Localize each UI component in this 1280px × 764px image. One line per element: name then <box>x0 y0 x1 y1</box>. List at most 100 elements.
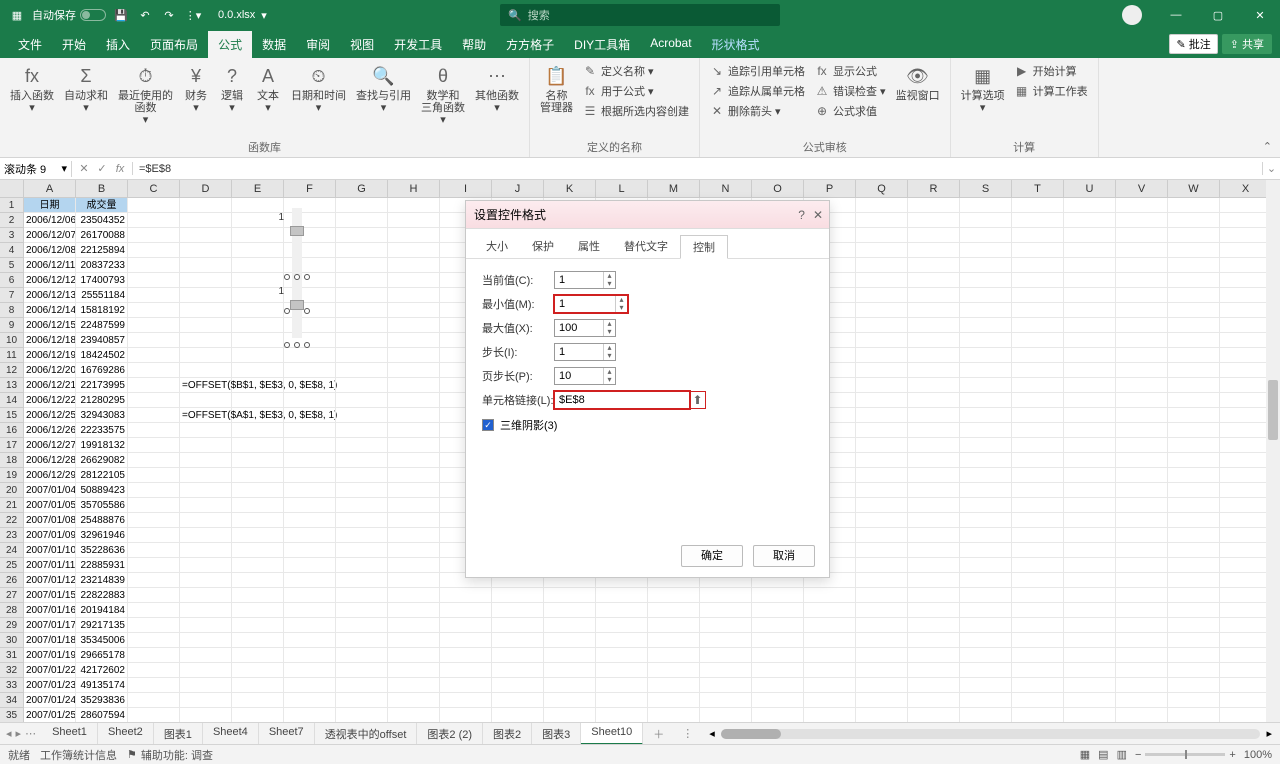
cell[interactable]: 2007/01/12 <box>24 573 76 588</box>
cell[interactable] <box>128 333 180 348</box>
cell[interactable] <box>596 618 648 633</box>
cell[interactable] <box>960 258 1012 273</box>
menu-tab-7[interactable]: 视图 <box>340 31 384 58</box>
cell[interactable] <box>232 408 284 423</box>
menu-tab-2[interactable]: 插入 <box>96 31 140 58</box>
cell[interactable] <box>336 348 388 363</box>
cell[interactable] <box>1168 288 1220 303</box>
cell[interactable] <box>856 243 908 258</box>
cell[interactable]: 2007/01/15 <box>24 588 76 603</box>
cell[interactable] <box>1168 213 1220 228</box>
row-header[interactable]: 12 <box>0 363 24 378</box>
sheet-tab[interactable]: Sheet4 <box>203 723 259 745</box>
cell[interactable] <box>908 588 960 603</box>
cell[interactable] <box>1064 348 1116 363</box>
cell[interactable] <box>284 363 336 378</box>
cell[interactable] <box>284 558 336 573</box>
cell[interactable] <box>180 438 232 453</box>
cell[interactable] <box>180 678 232 693</box>
row-header[interactable]: 29 <box>0 618 24 633</box>
cell[interactable] <box>960 378 1012 393</box>
cell[interactable] <box>1064 393 1116 408</box>
col-header[interactable]: K <box>544 180 596 197</box>
cell[interactable]: 49135174 <box>76 678 128 693</box>
cell[interactable] <box>388 228 440 243</box>
cell[interactable] <box>232 348 284 363</box>
cell[interactable] <box>1116 498 1168 513</box>
cell[interactable] <box>1116 243 1168 258</box>
cell[interactable]: =OFFSET($A$1, $E$3, 0, $E$8, 1) <box>180 408 232 423</box>
cell[interactable] <box>1220 258 1272 273</box>
cell[interactable] <box>180 228 232 243</box>
cell[interactable] <box>1064 363 1116 378</box>
view-normal-icon[interactable]: ▦ <box>1080 748 1090 761</box>
sheet-next-icon[interactable]: ▸ <box>16 727 22 740</box>
cell[interactable] <box>388 678 440 693</box>
cell[interactable] <box>128 708 180 722</box>
cell[interactable] <box>440 663 492 678</box>
cell[interactable] <box>336 423 388 438</box>
cell[interactable] <box>544 588 596 603</box>
cell[interactable] <box>128 258 180 273</box>
cell[interactable] <box>232 363 284 378</box>
cell[interactable] <box>1064 573 1116 588</box>
col-header[interactable]: N <box>700 180 752 197</box>
cell[interactable] <box>1220 498 1272 513</box>
cell[interactable] <box>1116 363 1168 378</box>
cell[interactable] <box>700 648 752 663</box>
cell[interactable] <box>1064 318 1116 333</box>
cell[interactable] <box>180 318 232 333</box>
cell[interactable] <box>1064 618 1116 633</box>
cell[interactable] <box>388 513 440 528</box>
cell[interactable]: 2006/12/19 <box>24 348 76 363</box>
cell[interactable] <box>1220 663 1272 678</box>
cell[interactable] <box>128 468 180 483</box>
cell[interactable]: 2006/12/21 <box>24 378 76 393</box>
cell[interactable] <box>180 513 232 528</box>
cell[interactable] <box>544 678 596 693</box>
logical[interactable]: ?逻辑▾ <box>215 62 249 139</box>
cell[interactable] <box>1064 528 1116 543</box>
row-header[interactable]: 2 <box>0 213 24 228</box>
cell[interactable]: 20837233 <box>76 258 128 273</box>
cell[interactable] <box>960 393 1012 408</box>
cell[interactable] <box>128 348 180 363</box>
cell[interactable] <box>232 513 284 528</box>
cell[interactable] <box>180 603 232 618</box>
cell[interactable] <box>388 288 440 303</box>
cell[interactable] <box>1116 198 1168 213</box>
cell[interactable]: 19918132 <box>76 438 128 453</box>
row-header[interactable]: 10 <box>0 333 24 348</box>
sheet-tab[interactable]: Sheet7 <box>259 723 315 745</box>
cell[interactable]: 成交量 <box>76 198 128 213</box>
cell[interactable] <box>1012 558 1064 573</box>
cell[interactable] <box>908 618 960 633</box>
cell[interactable] <box>232 663 284 678</box>
cell[interactable] <box>284 648 336 663</box>
cell[interactable] <box>388 708 440 722</box>
cell[interactable] <box>1116 618 1168 633</box>
redo-icon[interactable]: ↷ <box>160 6 178 24</box>
cell[interactable] <box>232 708 284 722</box>
cell[interactable] <box>1220 408 1272 423</box>
cell[interactable] <box>804 678 856 693</box>
cell[interactable] <box>804 618 856 633</box>
cell[interactable] <box>908 408 960 423</box>
cell[interactable] <box>856 588 908 603</box>
cell[interactable] <box>1220 633 1272 648</box>
cell[interactable] <box>908 348 960 363</box>
cell[interactable] <box>908 648 960 663</box>
cell[interactable] <box>856 423 908 438</box>
cell[interactable] <box>960 618 1012 633</box>
cell[interactable] <box>388 303 440 318</box>
cell[interactable] <box>180 288 232 303</box>
cell[interactable] <box>1064 633 1116 648</box>
cell[interactable] <box>180 423 232 438</box>
zoom-slider[interactable]: −+ <box>1135 749 1236 761</box>
cell[interactable] <box>388 378 440 393</box>
cell[interactable] <box>1116 438 1168 453</box>
cell[interactable]: 32943083 <box>76 408 128 423</box>
vertical-scrollbar[interactable] <box>1266 180 1280 722</box>
cell[interactable] <box>856 573 908 588</box>
sheet-tab[interactable]: Sheet1 <box>42 723 98 745</box>
